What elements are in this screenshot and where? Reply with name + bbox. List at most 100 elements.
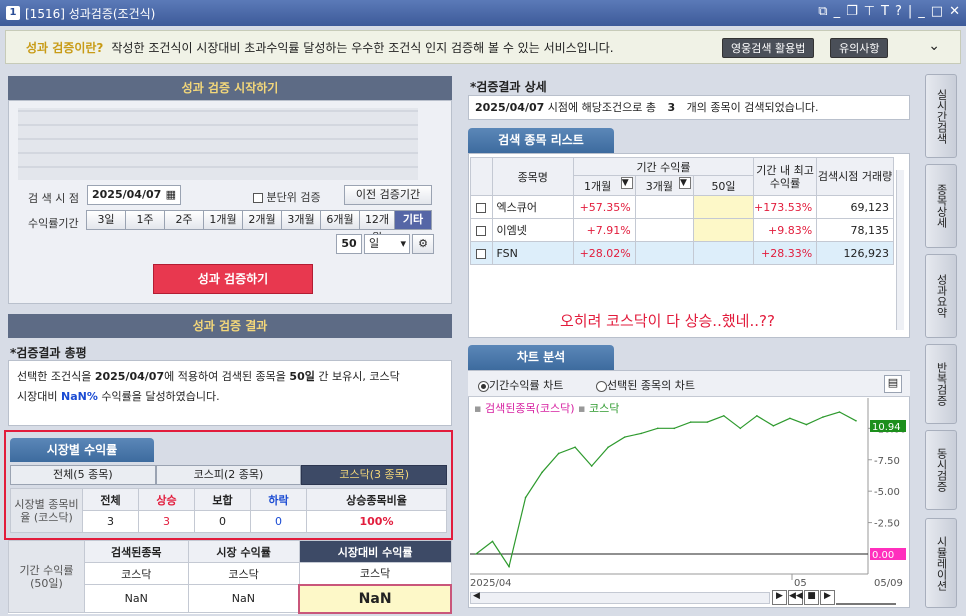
- search-date-input[interactable]: 2025/04/07 ▦: [87, 185, 181, 205]
- table-row[interactable]: 엑스큐어 +57.35% +173.53% 69,123: [470, 195, 894, 219]
- minute-checkbox[interactable]: [253, 193, 263, 203]
- play-icon[interactable]: ▶: [820, 590, 835, 605]
- font-icon[interactable]: T: [881, 4, 889, 19]
- legend-kosdaq: 코스닥: [588, 402, 620, 415]
- run-verify-button[interactable]: 성과 검증하기: [153, 264, 313, 294]
- up-count: 3: [138, 510, 195, 533]
- kosdaq-point-2: [508, 565, 510, 568]
- calendar-icon[interactable]: ▦: [166, 186, 176, 204]
- title-bar: 1 [1516] 성과검증(조건식) ⧉ _ ❐ ⊤ T ? | _ □ ✕: [0, 0, 966, 26]
- market-tab-all[interactable]: 전체(5 종목): [10, 465, 156, 485]
- summary-title: *검증결과 총평: [10, 346, 87, 360]
- info-description: 작성한 조건식이 시장대비 초과수익률 달성하는 우수한 조건식 인지 검증해 …: [111, 40, 614, 55]
- stock-list-tab[interactable]: 검색 종목 리스트: [468, 128, 614, 153]
- minimize-small-icon[interactable]: _: [834, 4, 841, 19]
- side-tab-simulation[interactable]: 시뮬레이션: [925, 518, 957, 608]
- maximize-icon[interactable]: □: [931, 4, 943, 19]
- start-header: 성과 검증 시작하기: [8, 76, 452, 100]
- custom-days-input[interactable]: 50: [336, 234, 362, 254]
- scroll-left-icon[interactable]: ◀: [473, 591, 480, 601]
- sort-3m-icon[interactable]: ▼: [679, 177, 692, 189]
- kosdaq-point-11: [656, 427, 659, 430]
- chevron-down-icon[interactable]: ⌄: [928, 38, 940, 54]
- kosdaq-point-21: [822, 416, 824, 418]
- market-tab-kospi[interactable]: 코스피(2 종목): [155, 465, 302, 485]
- period-1w[interactable]: 1주: [125, 210, 165, 230]
- period-val-market: NaN: [187, 584, 300, 613]
- stop-icon[interactable]: ■: [804, 590, 819, 605]
- minimize-icon[interactable]: _: [918, 4, 925, 19]
- rewind-icon[interactable]: ◀◀: [788, 590, 803, 605]
- row-checkbox[interactable]: [476, 248, 487, 259]
- chart-controls: ▶ ◀◀ ■ ▶: [772, 590, 896, 605]
- kosdaq-point-9: [623, 436, 626, 438]
- close-icon[interactable]: ✕: [949, 4, 960, 19]
- scroll-right-icon[interactable]: ▶: [772, 590, 787, 605]
- prev-period-button[interactable]: 이전 검증기간: [344, 185, 432, 205]
- chart-scrollbar[interactable]: ◀: [470, 591, 770, 604]
- y-tick-label-1: -7.50: [874, 456, 900, 467]
- row-checkbox[interactable]: [476, 202, 487, 213]
- period-custom[interactable]: 기타: [394, 210, 432, 230]
- minute-check[interactable]: 분단위 검증: [253, 189, 321, 205]
- row-checkbox[interactable]: [476, 225, 487, 236]
- notice-button[interactable]: 유의사항: [830, 38, 889, 58]
- kosdaq-point-10: [640, 432, 643, 435]
- y-tick-label-2: -5.00: [874, 487, 900, 498]
- kosdaq-point-7: [590, 465, 593, 467]
- series-points-kosdaq: [475, 411, 857, 568]
- period-12m[interactable]: 12개월: [359, 210, 395, 244]
- zero-value-label: 0.00: [872, 550, 894, 561]
- period-val-searched: NaN: [84, 584, 189, 613]
- kosdaq-point-8: [607, 446, 609, 448]
- detail-summary: 2025/04/07 시점에 해당조건으로 총 3 개의 종목이 검색되었습니다…: [468, 95, 910, 120]
- zoom-slider[interactable]: [836, 590, 896, 605]
- market-ratio-table: 시장별 종목비율 (코스닥) 전체 상승 보합 하락 상승종목비율 3 3 0 …: [10, 488, 447, 533]
- radio-selected-chart[interactable]: 선택된 종목의 차트: [596, 377, 695, 393]
- info-bar: 성과 검증이란? 작성한 조건식이 시장대비 초과수익률 달성하는 우수한 조건…: [5, 30, 961, 64]
- up-ratio: 100%: [306, 510, 447, 533]
- period-2w[interactable]: 2주: [164, 210, 204, 230]
- separator-icon: |: [907, 4, 913, 19]
- period-label: 수익률기간: [28, 217, 79, 230]
- dropdown-arrow-icon[interactable]: ▾: [400, 235, 406, 253]
- pin-icon[interactable]: ⊤: [864, 4, 875, 19]
- period-2m[interactable]: 2개월: [242, 210, 282, 230]
- market-row-label: 시장별 종목비율 (코스닥): [10, 488, 83, 533]
- table-scrollbar[interactable]: [896, 170, 904, 330]
- custom-unit-select[interactable]: 일 ▾: [364, 234, 410, 254]
- kosdaq-point-12: [673, 427, 676, 430]
- period-3d[interactable]: 3일: [86, 210, 126, 230]
- period-6m[interactable]: 6개월: [320, 210, 360, 230]
- kosdaq-point-1: [491, 540, 494, 543]
- condition-list[interactable]: [18, 108, 418, 180]
- side-tab-detail[interactable]: 종목상세: [925, 164, 957, 248]
- period-row-label: 기간 수익률 (50일): [8, 540, 85, 613]
- x-label-mid: 05: [794, 578, 807, 589]
- market-tab-kosdaq[interactable]: 코스닥(3 종목): [301, 465, 448, 485]
- link-icon[interactable]: ⧉: [818, 4, 827, 19]
- list-icon[interactable]: ▤: [884, 375, 902, 393]
- help-icon[interactable]: ?: [895, 4, 902, 19]
- kosdaq-point-4: [541, 471, 543, 474]
- side-tab-repeat[interactable]: 반복검증: [925, 344, 957, 424]
- market-tab[interactable]: 시장별 수익률: [10, 438, 154, 462]
- kosdaq-point-17: [756, 414, 758, 417]
- table-row[interactable]: FSN +28.02% +28.33% 126,923: [470, 241, 894, 265]
- side-tab-realtime[interactable]: 실시간검색: [925, 74, 957, 158]
- radio-period-chart[interactable]: 기간수익률 차트: [478, 377, 563, 393]
- sort-1m-icon[interactable]: ▼: [620, 177, 633, 189]
- side-tab-summary[interactable]: 성과요약: [925, 254, 957, 338]
- settings-gear-icon[interactable]: ⚙: [412, 234, 434, 254]
- restore-icon[interactable]: ❐: [846, 4, 858, 19]
- last-value-label: 10.94: [872, 422, 901, 433]
- period-return-table: 기간 수익률 (50일) 검색된종목 시장 수익률 시장대비 수익률 코스닥 코…: [8, 540, 452, 614]
- period-3m[interactable]: 3개월: [281, 210, 321, 230]
- side-tab-simultaneous[interactable]: 동시검증: [925, 430, 957, 510]
- table-row[interactable]: 이엠넷 +7.91% +9.83% 78,135: [470, 218, 894, 242]
- flat-count: 0: [194, 510, 251, 533]
- period-1m[interactable]: 1개월: [203, 210, 243, 230]
- chart-tab[interactable]: 차트 분석: [468, 345, 614, 370]
- guide-button[interactable]: 영웅검색 활용법: [722, 38, 815, 58]
- kosdaq-point-22: [838, 411, 841, 413]
